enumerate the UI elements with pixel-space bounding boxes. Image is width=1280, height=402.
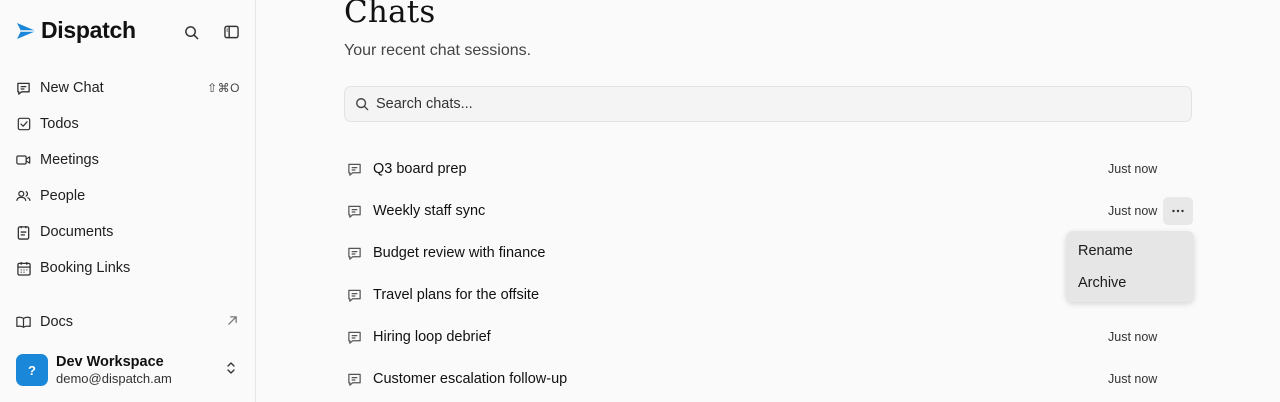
chevron-up-down-icon [226, 360, 236, 381]
chat-row[interactable]: Customer escalation follow-up Just now [344, 361, 1192, 397]
workspace-email: demo@dispatch.am [56, 370, 172, 386]
people-icon [16, 189, 31, 204]
chat-timestamp: Just now [1108, 162, 1158, 176]
new-chat-shortcut: ⇧⌘O [207, 81, 240, 95]
checkbox-icon [16, 117, 31, 132]
chat-bubble-icon [346, 245, 362, 261]
sidebar-item-new-chat[interactable]: New Chat ⇧⌘O [16, 76, 240, 100]
avatar: ? [16, 354, 48, 386]
chat-bubble-icon [346, 287, 362, 303]
ellipsis-icon [1172, 209, 1184, 213]
chat-title: Weekly staff sync [373, 203, 486, 219]
sidebar-item-label: Todos [40, 116, 79, 132]
chat-timestamp: Just now [1108, 330, 1158, 344]
chat-row[interactable]: Weekly staff sync Just now [344, 193, 1193, 229]
more-options-button[interactable] [1163, 197, 1193, 225]
search-box[interactable] [344, 86, 1192, 122]
sidebar-item-label: Documents [40, 224, 114, 240]
chat-row[interactable]: Hiring loop debrief Just now [344, 319, 1192, 355]
book-icon [16, 315, 31, 330]
page-title: Chats [344, 0, 436, 30]
archive-menu-item[interactable]: Archive [1066, 267, 1194, 299]
workspace-switcher[interactable]: ? Dev Workspace demo@dispatch.am [16, 352, 240, 388]
sidebar-item-label: People [40, 188, 86, 204]
chat-bubble-icon [346, 203, 362, 219]
chat-row[interactable]: Q3 board prep Just now [344, 151, 1192, 187]
sidebar-item-label: Booking Links [40, 260, 131, 276]
chat-title: Q3 board prep [373, 161, 467, 177]
chat-title: Budget review with finance [373, 245, 546, 261]
document-icon [16, 225, 31, 240]
search-button[interactable] [181, 22, 201, 42]
sidebar-item-label: Docs [40, 314, 74, 330]
sidebar-item-docs[interactable]: Docs [16, 310, 240, 334]
rename-menu-item[interactable]: Rename [1066, 235, 1194, 267]
search-icon [356, 98, 369, 111]
sidebar-item-meetings[interactable]: Meetings [16, 148, 240, 172]
sidebar: Dispatch New Chat ⇧⌘O Todos Meetings Peo… [0, 0, 256, 402]
toggle-sidebar-button[interactable] [221, 22, 241, 42]
chat-timestamp: Just now [1108, 372, 1158, 386]
calendar-icon [16, 261, 31, 276]
dispatch-logo-icon [17, 22, 36, 39]
chat-title: Customer escalation follow-up [373, 371, 568, 387]
chat-row[interactable]: Budget review with finance [344, 235, 1192, 271]
sidebar-item-booking-links[interactable]: Booking Links [16, 256, 240, 280]
video-icon [16, 153, 31, 168]
search-icon [184, 25, 198, 39]
chat-context-menu: Rename Archive [1066, 231, 1194, 302]
sidebar-toggle-icon [223, 25, 239, 39]
sidebar-item-todos[interactable]: Todos [16, 112, 240, 136]
chat-timestamp: Just now [1108, 204, 1158, 218]
sidebar-item-documents[interactable]: Documents [16, 220, 240, 244]
chat-title: Travel plans for the offsite [373, 287, 540, 303]
sidebar-item-label: New Chat [40, 80, 104, 96]
workspace-name: Dev Workspace [56, 353, 164, 370]
search-input[interactable] [376, 96, 1176, 112]
main-content: Chats Your recent chat sessions. Q3 boar… [257, 0, 1280, 402]
chat-bubble-icon [346, 329, 362, 345]
sidebar-item-label: Meetings [40, 152, 99, 168]
app-name: Dispatch [41, 17, 136, 43]
external-link-icon [227, 314, 238, 330]
chat-bubble-icon [346, 161, 362, 177]
brand-logo[interactable]: Dispatch [16, 17, 136, 44]
chat-title: Hiring loop debrief [373, 329, 491, 345]
chat-bubble-icon [16, 81, 31, 96]
sidebar-item-people[interactable]: People [16, 184, 240, 208]
chat-row[interactable]: Travel plans for the offsite [344, 277, 1192, 313]
chat-bubble-icon [346, 371, 362, 387]
page-subtitle: Your recent chat sessions. [344, 42, 532, 59]
